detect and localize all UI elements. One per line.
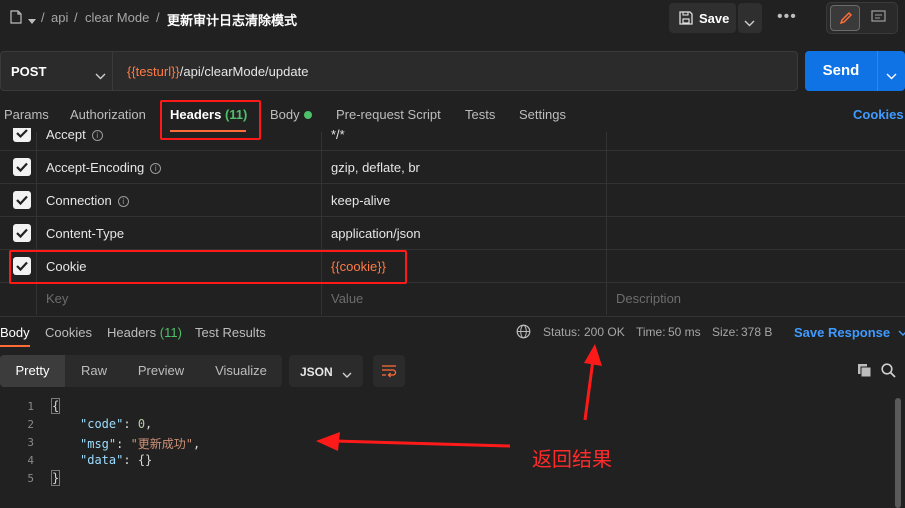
annotation-arrows xyxy=(316,344,602,451)
annotation-label: 返回结果 xyxy=(532,447,612,471)
